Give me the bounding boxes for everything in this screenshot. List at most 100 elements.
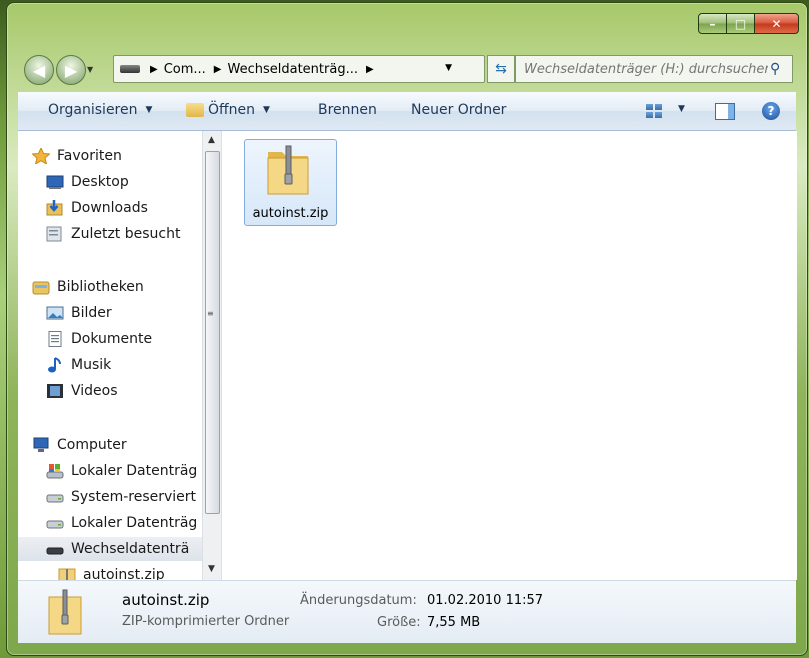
change-view-icon[interactable] <box>646 104 662 118</box>
nav-item-label: Desktop <box>71 174 129 190</box>
details-pane: autoinst.zip ZIP-komprimierter Ordner Än… <box>18 580 796 643</box>
zip-folder-icon <box>267 145 309 195</box>
nav-item-local-disk[interactable]: Lokaler Datenträg <box>46 511 197 535</box>
nav-item-label: Downloads <box>71 200 148 216</box>
nav-libraries-label: Bibliotheken <box>57 279 144 295</box>
nav-favorites[interactable]: Favoriten <box>32 144 122 168</box>
downloads-icon <box>46 200 63 216</box>
back-button[interactable]: ◀ <box>24 55 54 85</box>
desktop-icon <box>46 175 64 189</box>
details-file-name: autoinst.zip <box>122 591 210 609</box>
scroll-up-icon[interactable]: ▲ <box>208 135 215 145</box>
back-arrow-icon: ◀ <box>32 60 46 80</box>
open-button[interactable]: Öffnen ▼ <box>186 102 270 118</box>
close-button[interactable]: ✕ <box>754 13 799 34</box>
forward-arrow-icon: ▶ <box>64 60 78 80</box>
nav-item-local-disk-c[interactable]: Lokaler Datenträg <box>46 459 197 483</box>
navigation-pane: Favoriten Desktop Downloads Zuletzt besu… <box>18 131 202 580</box>
system-drive-icon <box>46 464 64 479</box>
file-name: autoinst.zip <box>252 206 329 221</box>
recent-places-icon <box>46 226 62 242</box>
nav-item-label: Bilder <box>71 305 112 321</box>
nav-item-label: autoinst.zip <box>83 567 165 580</box>
documents-icon <box>48 331 62 347</box>
command-bar: Organisieren ▼ Öffnen ▼ Brennen Neuer Or… <box>18 92 796 131</box>
search-icon[interactable]: ⚲ <box>770 61 780 77</box>
chevron-down-icon: ▼ <box>263 105 270 115</box>
file-item[interactable]: autoinst.zip <box>244 139 337 226</box>
nav-item-label: Musik <box>71 357 112 373</box>
address-bar[interactable]: ▶ Com... ▶ Wechseldatenträg... ▶ ▼ <box>113 55 485 83</box>
new-folder-button[interactable]: Neuer Ordner <box>411 102 506 118</box>
nav-item-label: Lokaler Datenträg <box>71 515 198 531</box>
breadcrumb-removable-drive[interactable]: Wechseldatenträg... <box>228 62 358 77</box>
drive-icon <box>120 65 140 73</box>
nav-item-system-reserved[interactable]: System-reserviert <box>46 485 196 509</box>
nav-computer-label: Computer <box>57 437 127 453</box>
nav-computer[interactable]: Computer <box>32 433 127 457</box>
size-label: Größe: <box>377 615 421 630</box>
music-icon <box>48 357 61 373</box>
zip-folder-icon <box>58 568 76 580</box>
search-input[interactable] <box>516 60 770 78</box>
caption-buttons: – □ ✕ <box>698 13 799 34</box>
drive-icon <box>46 520 64 529</box>
library-icon <box>32 281 50 295</box>
forward-button[interactable]: ▶ <box>56 55 86 85</box>
address-dropdown-icon[interactable]: ▼ <box>445 63 452 73</box>
organize-label: Organisieren <box>48 102 138 118</box>
refresh-icon: ⇆ <box>495 61 507 77</box>
breadcrumb-separator-icon[interactable]: ▶ <box>214 64 222 75</box>
recent-pages-dropdown[interactable]: ▼ <box>87 65 93 74</box>
refresh-button[interactable]: ⇆ <box>487 55 515 83</box>
zip-folder-icon <box>48 589 82 635</box>
navigation-bar: ◀ ▶ ▼ ▶ Com... ▶ Wechseldatenträg... ▶ ▼… <box>18 49 796 85</box>
drive-icon <box>46 494 64 503</box>
computer-icon <box>33 437 49 452</box>
star-icon <box>32 148 50 164</box>
nav-item-music[interactable]: Musik <box>46 353 111 377</box>
breadcrumb-computer[interactable]: Com... <box>164 62 206 77</box>
details-file-type: ZIP-komprimierter Ordner <box>122 614 290 629</box>
removable-drive-icon <box>46 547 64 555</box>
minimize-button[interactable]: – <box>698 13 727 34</box>
nav-item-recent[interactable]: Zuletzt besucht <box>46 222 180 246</box>
folder-icon <box>186 103 204 117</box>
open-label: Öffnen <box>208 102 256 118</box>
nav-libraries[interactable]: Bibliotheken <box>32 275 144 299</box>
chevron-down-icon: ▼ <box>145 105 153 115</box>
nav-item-documents[interactable]: Dokumente <box>46 327 152 351</box>
nav-favorites-label: Favoriten <box>57 148 122 164</box>
organize-button[interactable]: Organisieren ▼ <box>48 102 152 118</box>
nav-item-downloads[interactable]: Downloads <box>46 196 148 220</box>
nav-item-label: Zuletzt besucht <box>71 226 181 242</box>
help-icon[interactable]: ? <box>762 102 780 120</box>
breadcrumb-separator-icon[interactable]: ▶ <box>366 64 374 75</box>
videos-icon <box>47 384 63 398</box>
maximize-button[interactable]: □ <box>727 13 754 34</box>
scrollbar-grip-icon: ≡ <box>207 309 214 318</box>
nav-item-label: Videos <box>71 383 118 399</box>
nav-item-videos[interactable]: Videos <box>46 379 118 403</box>
modified-value: 01.02.2010 11:57 <box>427 593 544 608</box>
view-dropdown-icon[interactable]: ▼ <box>678 104 685 114</box>
modified-label: Änderungsdatum: <box>300 593 417 608</box>
nav-item-autoinst-zip[interactable]: autoinst.zip <box>58 563 165 580</box>
breadcrumb-separator-icon[interactable]: ▶ <box>150 64 158 75</box>
nav-item-removable-drive[interactable]: Wechseldatenträ <box>18 537 202 561</box>
nav-item-desktop[interactable]: Desktop <box>46 170 129 194</box>
file-list[interactable]: autoinst.zip <box>221 131 797 580</box>
burn-button[interactable]: Brennen <box>318 102 377 118</box>
search-box[interactable]: ⚲ <box>515 55 793 83</box>
nav-item-pictures[interactable]: Bilder <box>46 301 112 325</box>
nav-item-label: Lokaler Datenträg <box>71 463 198 479</box>
nav-item-label: Wechseldatenträ <box>71 541 190 557</box>
scroll-down-icon[interactable]: ▼ <box>208 564 215 574</box>
nav-pane-scrollbar[interactable]: ▲ ≡ ▼ <box>202 131 221 580</box>
pictures-icon <box>46 306 64 320</box>
nav-item-label: System-reserviert <box>71 489 197 505</box>
preview-pane-icon[interactable] <box>715 103 735 120</box>
size-value: 7,55 MB <box>427 615 481 630</box>
nav-item-label: Dokumente <box>71 331 153 347</box>
scrollbar-thumb[interactable] <box>205 151 220 514</box>
